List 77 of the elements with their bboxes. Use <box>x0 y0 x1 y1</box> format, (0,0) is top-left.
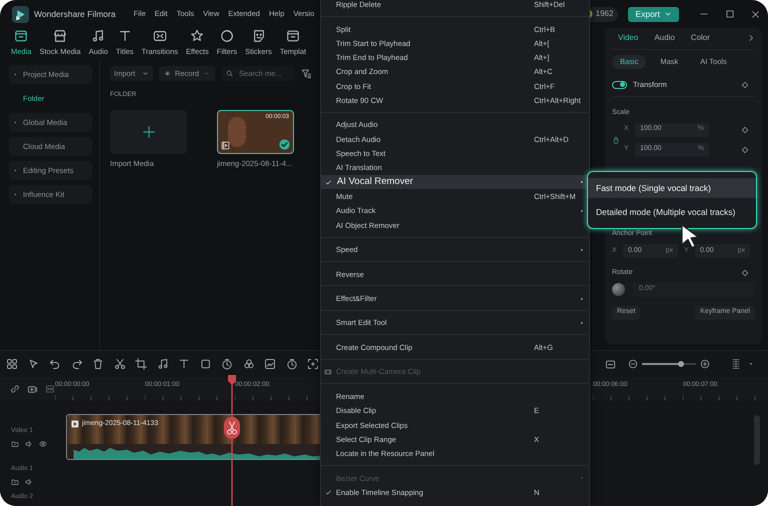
link-icon[interactable] <box>10 384 20 394</box>
sticker-icon <box>252 29 266 43</box>
filter-icon[interactable] <box>301 68 312 79</box>
sparkle-icon <box>190 29 204 43</box>
music-note-icon <box>91 29 106 43</box>
grid-icon[interactable] <box>730 358 742 370</box>
camera-icon <box>323 368 333 376</box>
rotation-knob[interactable] <box>612 283 625 296</box>
caret-icon <box>142 70 149 77</box>
submenu-item[interactable]: Detailed mode (Multiple vocal tracks) <box>588 202 756 222</box>
expand-arrow-icon <box>13 168 18 173</box>
square-icon[interactable] <box>200 358 212 370</box>
expand-icon[interactable] <box>307 358 319 370</box>
keyframe-diamond-icon[interactable] <box>741 126 749 134</box>
picture-icon[interactable] <box>264 358 276 370</box>
submenu-arrow-icon <box>580 180 584 184</box>
timer-icon[interactable] <box>286 358 298 370</box>
crop-icon[interactable] <box>135 358 147 370</box>
text-icon[interactable] <box>178 358 190 370</box>
chevron-right-icon[interactable] <box>747 34 755 42</box>
folder-lock-icon[interactable] <box>11 440 19 448</box>
expand-arrow-icon <box>13 120 18 125</box>
keyframe-diamond-icon[interactable] <box>741 80 749 88</box>
caret-icon <box>204 70 209 77</box>
scissors-icon[interactable] <box>114 358 126 370</box>
grid-icon[interactable] <box>6 358 18 370</box>
text-icon <box>118 29 132 43</box>
logo-icon <box>12 6 29 22</box>
panel-tab[interactable]: Color <box>690 32 710 49</box>
zoom-slider[interactable] <box>642 360 696 368</box>
submenu-item[interactable]: Fast mode (Single vocal track) <box>588 178 756 198</box>
vertical-scrollbar[interactable] <box>754 415 760 465</box>
circles-icon[interactable] <box>242 358 254 370</box>
plus-icon <box>142 124 156 139</box>
panel-tab[interactable]: Audio <box>654 32 675 49</box>
caret-icon[interactable] <box>748 361 754 367</box>
eye-icon[interactable] <box>39 440 47 448</box>
keyframe-diamond-icon[interactable] <box>741 146 749 154</box>
add-track-icon[interactable] <box>27 384 38 394</box>
lock-icon[interactable] <box>612 136 620 144</box>
speaker-icon[interactable] <box>25 440 33 448</box>
photo-placeholder <box>228 116 246 147</box>
check-badge-icon <box>279 138 290 150</box>
zoom-in-icon[interactable] <box>700 359 710 369</box>
toggle-switch[interactable] <box>612 80 627 88</box>
expand-arrow-icon <box>13 72 18 77</box>
undo-icon[interactable] <box>49 358 61 370</box>
filter-icon <box>220 29 234 43</box>
film-icon <box>221 140 230 150</box>
music-note-icon[interactable] <box>156 358 168 370</box>
pointer-icon[interactable] <box>28 358 40 370</box>
export-button[interactable]: Export <box>628 6 679 22</box>
zoom-out-icon[interactable] <box>628 359 638 369</box>
fit-icon[interactable] <box>605 358 616 370</box>
menu-item[interactable]: AI Vocal Remover <box>321 175 589 190</box>
app-title: Wondershare Filmora <box>34 8 116 20</box>
expand-arrow-icon <box>13 192 18 197</box>
folder-lock-icon[interactable] <box>11 478 19 486</box>
template-icon <box>286 29 300 43</box>
caret-icon <box>664 10 672 18</box>
transition-icon <box>152 29 167 43</box>
speaker-icon[interactable] <box>25 478 33 486</box>
panel-tab[interactable]: Video <box>618 32 638 49</box>
media-icon <box>14 29 28 43</box>
record-icon <box>165 70 170 77</box>
submenu-arrow-icon <box>580 208 584 213</box>
maximize-icon[interactable] <box>725 9 735 19</box>
trash-icon[interactable] <box>92 358 104 370</box>
redo-icon[interactable] <box>70 358 82 370</box>
import-media-tile[interactable] <box>110 110 187 154</box>
store-icon <box>53 29 68 43</box>
close-icon[interactable] <box>751 10 760 18</box>
clock-icon[interactable] <box>221 358 233 370</box>
play-icon <box>71 420 79 428</box>
search-icon <box>226 70 233 77</box>
keyframe-diamond-icon[interactable] <box>741 269 749 278</box>
layers-icon[interactable] <box>45 384 55 394</box>
